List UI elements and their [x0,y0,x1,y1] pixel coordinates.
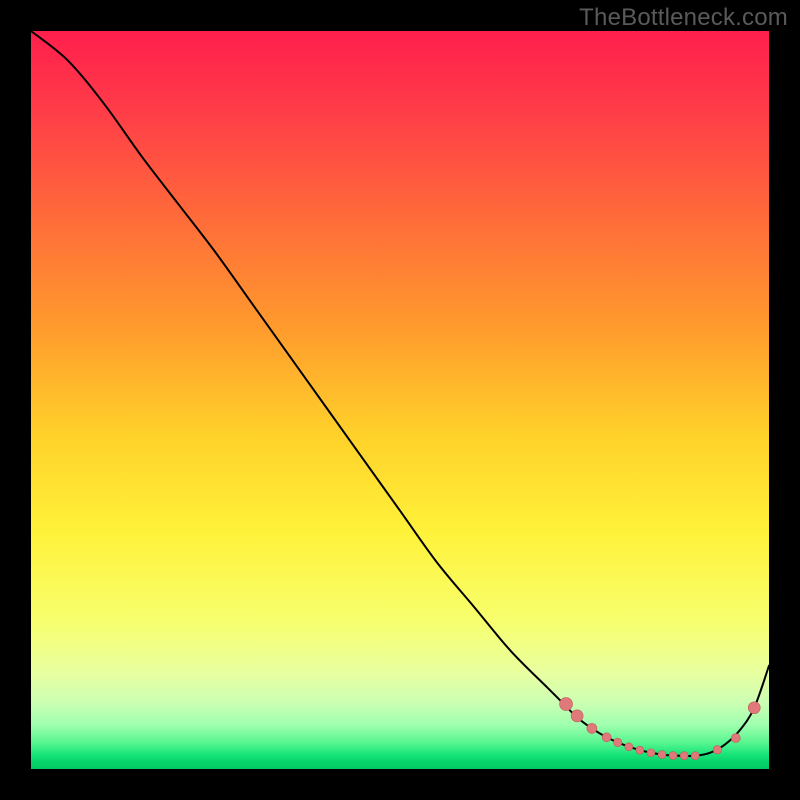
data-point-dot [713,746,721,754]
data-point-dot [680,752,688,760]
data-point-dot [625,743,633,751]
data-point-dot [571,710,583,722]
data-point-dot [647,749,655,757]
data-point-dot [748,702,760,714]
watermark-text: TheBottleneck.com [579,4,788,32]
data-point-dot [614,738,622,746]
data-point-dot [658,751,666,759]
bottleneck-curve [31,31,769,756]
data-point-dot [669,752,677,760]
data-point-dot [731,734,740,743]
data-point-dot [560,698,573,711]
data-point-dot [587,723,597,733]
chart-canvas [31,31,769,769]
data-point-dot [602,733,611,742]
data-point-dot [636,746,644,754]
data-point-dot [691,752,699,760]
